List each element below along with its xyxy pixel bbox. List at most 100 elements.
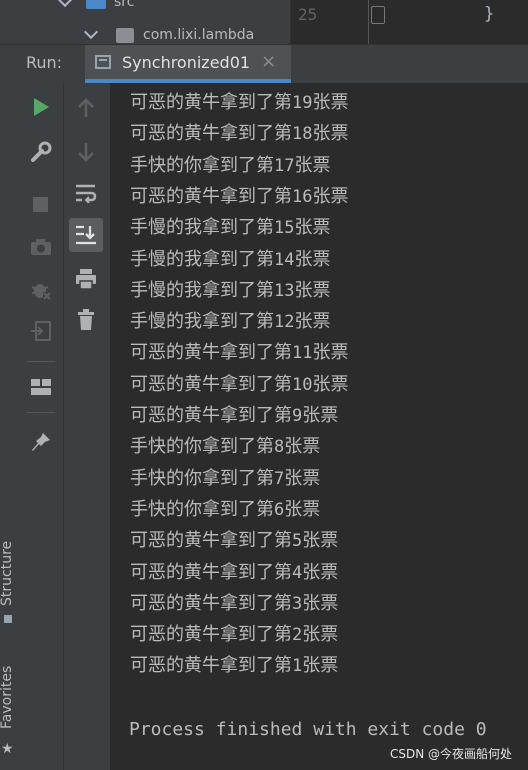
arrow-up-icon[interactable] bbox=[77, 97, 95, 119]
chevron-down-icon[interactable] bbox=[83, 24, 99, 40]
ticket-number: 10 bbox=[292, 374, 313, 395]
console-line: 手快的你拿到了第8张票 bbox=[130, 432, 320, 458]
ticket-number: 8 bbox=[274, 437, 285, 458]
console-line: 手慢的我拿到了第13张票 bbox=[130, 276, 330, 302]
folder-icon bbox=[86, 0, 106, 9]
tree-item-package[interactable]: com.lixi.lambda bbox=[143, 27, 254, 44]
package-icon bbox=[116, 28, 134, 43]
play-icon[interactable] bbox=[32, 97, 50, 117]
console-line-prefix: 可恶的黄牛拿到了第 bbox=[130, 592, 292, 614]
favorites-tab[interactable]: Favorites bbox=[0, 666, 15, 729]
console-line: 可恶的黄牛拿到了第10张票 bbox=[130, 370, 348, 396]
line-number: 25 bbox=[298, 5, 318, 24]
tool-window-stripe: Structure Favorites ★ bbox=[0, 83, 19, 770]
tab-title: Synchronized01 bbox=[122, 53, 251, 72]
console-line: 手慢的我拿到了第12张票 bbox=[130, 307, 330, 333]
ticket-number: 12 bbox=[274, 312, 295, 333]
console-line-prefix: 可恶的黄牛拿到了第 bbox=[130, 655, 292, 677]
camera-icon[interactable] bbox=[30, 238, 52, 256]
run-toolbar-secondary bbox=[64, 83, 110, 770]
ticket-number: 16 bbox=[292, 186, 313, 207]
console-line-suffix: 张票 bbox=[302, 530, 339, 552]
console-line-prefix: 手快的你拿到了第 bbox=[130, 498, 274, 520]
scroll-to-end-button[interactable] bbox=[69, 218, 103, 252]
console-line-suffix: 张票 bbox=[302, 592, 339, 614]
ticket-number: 13 bbox=[274, 280, 295, 301]
exit-icon[interactable] bbox=[30, 320, 52, 342]
console-line: 手慢的我拿到了第15张票 bbox=[130, 213, 330, 239]
console-line-prefix: 手慢的我拿到了第 bbox=[130, 248, 274, 270]
console-line-prefix: 可恶的黄牛拿到了第 bbox=[130, 405, 292, 426]
console-line-prefix: 手慢的我拿到了第 bbox=[130, 279, 274, 301]
console-line-suffix: 张票 bbox=[294, 154, 331, 176]
console-line: 可恶的黄牛拿到了第18张票 bbox=[130, 119, 348, 145]
run-label: Run: bbox=[26, 53, 63, 72]
console-line-suffix: 张票 bbox=[302, 405, 339, 426]
console-line: 可恶的黄牛拿到了第1张票 bbox=[130, 651, 338, 677]
ticket-number: 14 bbox=[274, 249, 295, 270]
console-line-suffix: 张票 bbox=[294, 248, 331, 270]
console-line-suffix: 张票 bbox=[294, 217, 331, 239]
console-line-suffix: 张票 bbox=[312, 123, 349, 145]
ticket-number: 17 bbox=[274, 155, 295, 176]
console-line-prefix: 手快的你拿到了第 bbox=[130, 154, 274, 176]
console-line: 可恶的黄牛拿到了第9张票 bbox=[130, 401, 338, 427]
chevron-down-icon[interactable] bbox=[57, 0, 73, 8]
console-line-suffix: 张票 bbox=[294, 279, 331, 301]
console-line: 可恶的黄牛拿到了第11张票 bbox=[130, 338, 348, 364]
console-line-prefix: 可恶的黄牛拿到了第 bbox=[130, 373, 292, 395]
console-line-suffix: 张票 bbox=[294, 311, 331, 333]
console-line-prefix: 可恶的黄牛拿到了第 bbox=[130, 185, 292, 207]
ticket-number: 5 bbox=[292, 531, 303, 552]
toolbar-divider bbox=[27, 361, 55, 362]
console-line-prefix: 可恶的黄牛拿到了第 bbox=[130, 530, 292, 552]
console-line-prefix: 可恶的黄牛拿到了第 bbox=[130, 123, 292, 145]
console-line-suffix: 张票 bbox=[312, 373, 349, 395]
console-line: 可恶的黄牛拿到了第4张票 bbox=[130, 558, 338, 584]
ticket-number: 1 bbox=[292, 656, 303, 677]
console-line-prefix: 手慢的我拿到了第 bbox=[130, 217, 274, 239]
ticket-number: 2 bbox=[292, 625, 303, 646]
console-line-prefix: 可恶的黄牛拿到了第 bbox=[130, 342, 292, 364]
structure-tab[interactable]: Structure bbox=[0, 541, 15, 606]
ticket-number: 19 bbox=[292, 93, 313, 113]
wrench-icon[interactable] bbox=[30, 141, 52, 163]
print-icon[interactable] bbox=[75, 268, 97, 290]
console-line-suffix: 张票 bbox=[284, 436, 321, 458]
console-line-suffix: 张票 bbox=[312, 342, 349, 364]
run-toolbar-primary bbox=[19, 83, 64, 770]
ticket-number: 9 bbox=[292, 406, 303, 426]
tree-item-src[interactable]: src bbox=[114, 0, 134, 16]
console-line: 可恶的黄牛拿到了第3张票 bbox=[130, 589, 338, 615]
layout-icon[interactable] bbox=[30, 377, 52, 397]
fold-marker-icon[interactable] bbox=[371, 6, 385, 24]
close-icon[interactable]: × bbox=[261, 51, 276, 72]
console-line: 手慢的我拿到了第14张票 bbox=[130, 245, 330, 271]
project-tree: src com.lixi.lambda bbox=[0, 0, 290, 44]
console-output[interactable]: 可恶的黄牛拿到了第19张票 可恶的黄牛拿到了第18张票 手快的你拿到了第17张票 可恶… bbox=[110, 83, 528, 770]
scroll-to-end-icon bbox=[76, 225, 96, 245]
ticket-number: 4 bbox=[292, 562, 303, 583]
console-line-suffix: 张票 bbox=[312, 92, 349, 113]
console-line: 手快的你拿到了第6张票 bbox=[130, 495, 320, 521]
tab-synchronized01[interactable]: Synchronized01 × bbox=[85, 45, 291, 83]
console-line-suffix: 张票 bbox=[284, 498, 321, 520]
bug-icon[interactable] bbox=[30, 279, 52, 301]
console-line-prefix: 手快的你拿到了第 bbox=[130, 467, 274, 489]
star-icon: ★ bbox=[1, 741, 14, 757]
console-line-suffix: 张票 bbox=[302, 624, 339, 646]
console-line-suffix: 张票 bbox=[284, 467, 321, 489]
arrow-down-icon[interactable] bbox=[77, 141, 95, 163]
stop-icon[interactable] bbox=[33, 197, 48, 212]
trash-icon[interactable] bbox=[77, 309, 95, 331]
pin-icon[interactable] bbox=[30, 431, 52, 453]
console-line: 可恶的黄牛拿到了第2张票 bbox=[130, 620, 338, 646]
console-line-suffix: 张票 bbox=[302, 655, 339, 677]
console-line-prefix: 可恶的黄牛拿到了第 bbox=[130, 561, 292, 583]
structure-icon bbox=[4, 615, 12, 623]
process-finished-message: Process finished with exit code 0 bbox=[129, 719, 487, 740]
console-line-prefix: 可恶的黄牛拿到了第 bbox=[130, 624, 292, 646]
soft-wrap-icon[interactable] bbox=[75, 183, 97, 203]
console-line-suffix: 张票 bbox=[312, 185, 349, 207]
console-line: 手快的你拿到了第7张票 bbox=[130, 464, 320, 490]
